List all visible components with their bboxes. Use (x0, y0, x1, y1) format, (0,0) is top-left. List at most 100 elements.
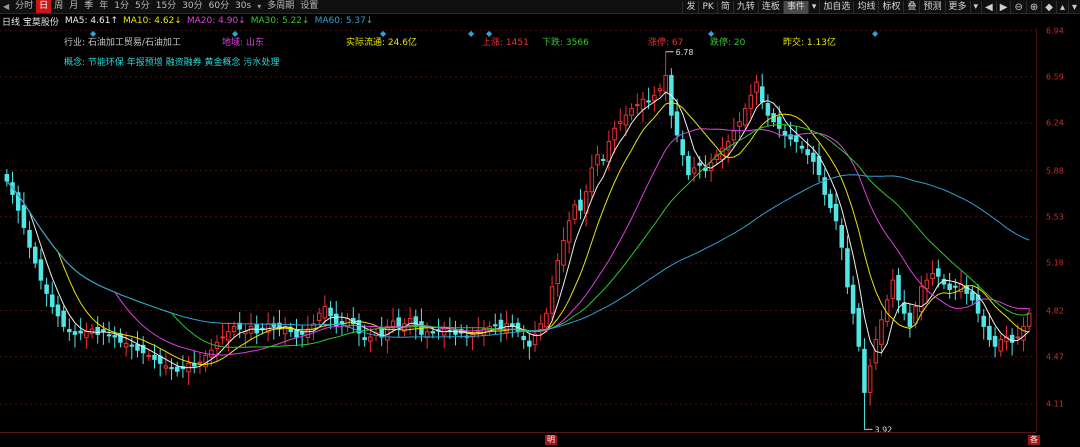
candle-body (918, 286, 924, 312)
toolbar-button[interactable]: 均线 (853, 0, 878, 14)
toolbar-button[interactable]: PK (698, 0, 716, 14)
toolbar-button[interactable]: 简 (716, 0, 733, 14)
candle-body (146, 354, 152, 357)
toolbar-symbol-icon[interactable]: ▶ (995, 0, 1011, 14)
price-axis: 6.94 6.59 6.24 5.88 5.53 5.18 4.82 4.47 4.11 (1036, 26, 1080, 432)
period-tab[interactable]: 多周期 (264, 0, 297, 13)
candle-body (163, 365, 169, 369)
y-tick-label: 5.88 (1046, 166, 1064, 176)
candle-body (947, 283, 952, 290)
period-tab[interactable]: ▾ (254, 0, 264, 13)
toolbar-symbol-icon[interactable]: ▴ (1055, 0, 1068, 14)
candle-body (84, 331, 89, 339)
candle-body (890, 279, 896, 299)
y-tick-label: 4.82 (1046, 306, 1064, 316)
period-tab[interactable]: ◀ (0, 0, 12, 13)
candle-body (1026, 312, 1032, 327)
toolbar-symbol-icon[interactable]: ⊖ (1010, 0, 1025, 14)
candle-body (901, 302, 907, 314)
period-tab[interactable]: 5分 (132, 0, 153, 13)
ma60-value: MA60: 5.37↓ (314, 16, 374, 26)
stock-name: 日线 宝莫股份 (2, 17, 59, 28)
period-tab[interactable]: 60分 (206, 0, 232, 13)
period-tab[interactable]: 1分 (111, 0, 132, 13)
toolbar-button[interactable]: 加自选 (819, 0, 853, 14)
candle-body (72, 331, 78, 335)
period-tab[interactable]: 月 (66, 0, 81, 13)
candle-body (776, 116, 782, 129)
candle-body (595, 154, 600, 166)
candle-body (617, 121, 623, 125)
candle-body (833, 203, 839, 222)
candle-body (828, 193, 833, 209)
candle-body (521, 335, 526, 341)
candle-body (635, 104, 640, 107)
candle-body (629, 108, 634, 116)
toolbar-symbol-icon[interactable]: ◆ (1041, 0, 1056, 14)
candle-body (805, 149, 810, 156)
candle-body (674, 111, 680, 136)
toolbar-button[interactable]: 叠 (903, 0, 919, 14)
toolbar-button[interactable]: 九转 (732, 0, 758, 14)
candle-body (572, 204, 578, 220)
ma10-value: MA10: 4.62↓ (123, 16, 182, 26)
period-tabs: ◀ 分时日周月季年 1分 5分 15分 30分 60分 30s ▾ 多周期 设置 (0, 0, 321, 14)
toolbar-button[interactable]: ▾ (969, 0, 982, 14)
candle-body (152, 354, 157, 360)
toolbar-button[interactable]: 发 (682, 0, 698, 14)
candle-body (680, 139, 685, 156)
candle-body (209, 349, 214, 358)
candle-body (697, 162, 703, 166)
candle-body (396, 317, 401, 327)
period-tab[interactable]: 30分 (179, 0, 205, 13)
toolbar-button[interactable]: 事件 (782, 0, 808, 14)
toolbar-symbol-icon[interactable]: ◀ (981, 0, 996, 14)
toolbar-symbol-icon[interactable]: ▾ (1067, 0, 1080, 14)
toolbar-button[interactable]: 标权 (878, 0, 903, 14)
candle-body (129, 344, 135, 347)
y-tick-label: 4.47 (1046, 352, 1064, 362)
candle-body (555, 259, 561, 285)
y-tick-label: 5.18 (1046, 258, 1064, 268)
toolbar-symbol-icon[interactable]: ⊕ (1025, 0, 1041, 14)
y-tick-label: 6.24 (1046, 118, 1064, 128)
candle-body (78, 330, 83, 334)
period-tab[interactable]: 周 (51, 0, 66, 13)
period-tab[interactable]: 设置 (297, 0, 321, 13)
candle-body (759, 86, 765, 103)
candle-body (663, 75, 668, 93)
period-tab[interactable]: 30s (232, 0, 254, 13)
period-tab[interactable]: 分时 (12, 0, 36, 13)
candle-body (50, 294, 55, 308)
candle-body (867, 365, 873, 393)
candle-body (55, 304, 61, 317)
toolbar-button[interactable]: 连板 (757, 0, 783, 14)
period-tab[interactable]: 年 (96, 0, 111, 13)
candle-body (992, 335, 998, 347)
ma30-value: MA30: 5.22↓ (250, 16, 310, 26)
candle-body (1015, 336, 1021, 339)
period-tab[interactable]: 日 (36, 0, 52, 13)
candle-body (606, 141, 612, 163)
period-tab[interactable]: 15分 (153, 0, 179, 13)
candle-body (612, 127, 617, 141)
up-count-label: 上涨: 1451 (482, 38, 529, 48)
toolbar-button[interactable]: 预测 (919, 0, 944, 14)
candlestick-chart[interactable]: 6.78 3.92 (0, 28, 1036, 432)
candle-body (174, 366, 180, 372)
down-count-label: 下跌: 3566 (542, 38, 589, 48)
toolbar-button[interactable]: ▾ (807, 0, 820, 14)
candle-body (316, 312, 322, 322)
candle-body (811, 152, 816, 162)
candle-body (112, 335, 118, 338)
candle-body (652, 94, 657, 101)
event-diamond-icon[interactable]: ◆ (468, 29, 474, 38)
event-diamond-icon[interactable]: ◆ (872, 29, 878, 38)
candle-body (754, 81, 759, 93)
candle-body (970, 291, 975, 301)
candle-body (61, 310, 66, 327)
limit-down-label: 跌停: 20 (710, 38, 746, 48)
ma60-line (6, 174, 1030, 338)
period-tab[interactable]: 季 (81, 0, 96, 13)
toolbar-button[interactable]: 更多 (944, 0, 970, 14)
